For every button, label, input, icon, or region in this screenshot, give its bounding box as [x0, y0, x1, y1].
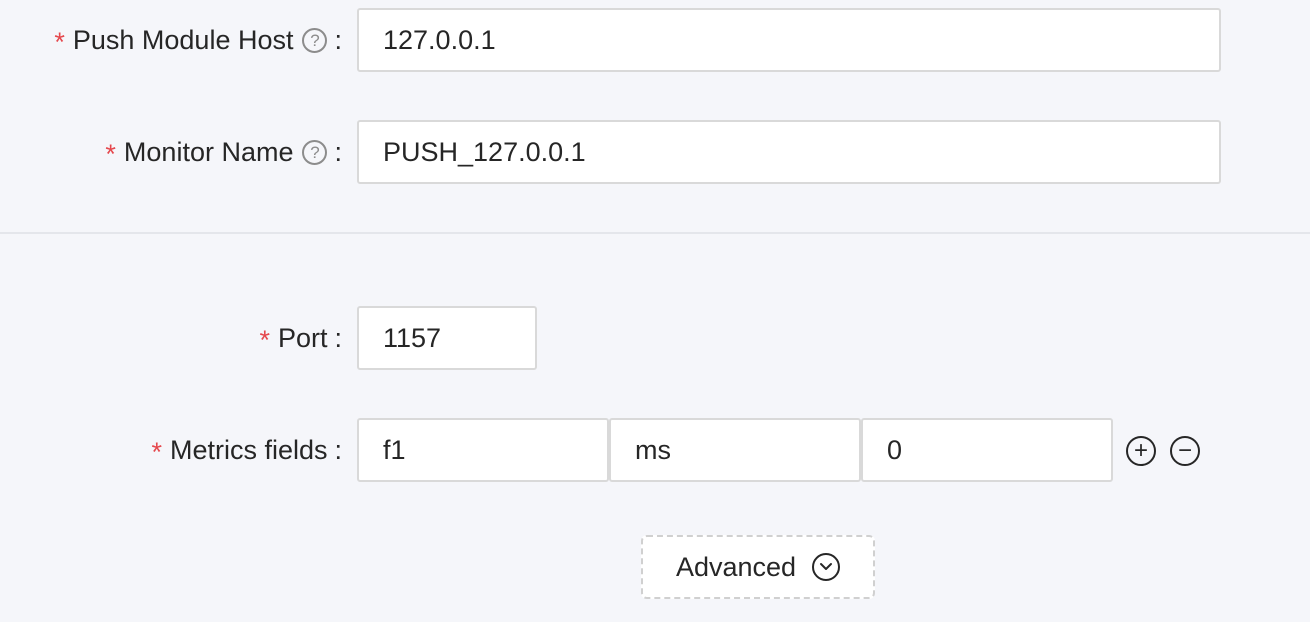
plus-circle-icon[interactable]: + — [1126, 436, 1156, 466]
chevron-down-circle-icon — [812, 553, 841, 581]
push-module-host-label: * Push Module Host ? : — [54, 8, 342, 72]
required-mark: * — [54, 26, 65, 57]
metrics-fields-label: * Metrics fields : — [151, 418, 342, 482]
minus-circle-icon[interactable]: − — [1170, 436, 1200, 466]
metrics-fields-row: * Metrics fields : f1 ms 0 + − — [0, 418, 1310, 482]
metrics-field-unit-input[interactable]: ms — [609, 418, 861, 482]
help-icon[interactable]: ? — [302, 27, 328, 53]
port-label: * Port : — [259, 306, 342, 370]
push-module-host-label-text: Push Module Host — [72, 24, 294, 55]
required-mark: * — [151, 436, 162, 467]
label-colon: : — [334, 434, 342, 465]
monitor-name-input[interactable]: PUSH_127.0.0.1 — [357, 120, 1221, 184]
push-module-host-input[interactable]: 127.0.0.1 — [357, 8, 1221, 72]
metrics-field-type-input[interactable]: 0 — [861, 418, 1113, 482]
section-divider — [0, 232, 1310, 234]
monitor-name-label: * Monitor Name ? : — [105, 120, 342, 184]
advanced-button[interactable]: Advanced — [641, 535, 875, 599]
push-module-host-row: * Push Module Host ? : 127.0.0.1 — [0, 8, 1310, 72]
port-label-text: Port — [277, 322, 328, 353]
port-input[interactable]: 1157 — [357, 306, 537, 370]
label-colon: : — [334, 322, 342, 353]
metrics-fields-label-text: Metrics fields — [169, 434, 328, 465]
port-row: * Port : 1157 — [0, 306, 1310, 370]
required-mark: * — [105, 138, 116, 169]
required-mark: * — [259, 324, 270, 355]
advanced-label: Advanced — [675, 551, 797, 582]
label-colon: : — [334, 136, 342, 167]
label-colon: : — [334, 24, 342, 55]
help-icon[interactable]: ? — [302, 139, 328, 165]
metrics-field-name-input[interactable]: f1 — [357, 418, 609, 482]
monitor-name-row: * Monitor Name ? : PUSH_127.0.0.1 — [0, 120, 1310, 184]
monitor-name-label-text: Monitor Name — [123, 136, 294, 167]
